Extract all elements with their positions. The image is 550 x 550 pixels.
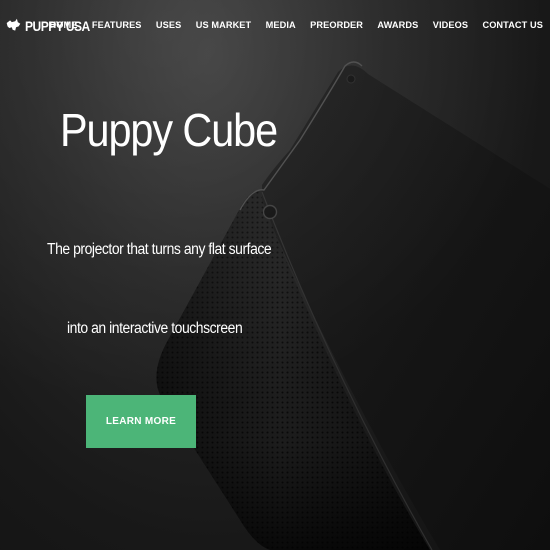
- page: PUPPY USA HOME FEATURES USES US MARKET M…: [0, 0, 550, 550]
- nav-home[interactable]: HOME: [50, 20, 78, 30]
- hero-subtitle-line-1: The projector that turns any flat surfac…: [47, 241, 272, 258]
- nav-awards[interactable]: AWARDS: [377, 20, 418, 30]
- nav-preorder[interactable]: PREORDER: [310, 20, 363, 30]
- product-image: [0, 0, 550, 550]
- nav-contact-us[interactable]: CONTACT US: [482, 20, 543, 30]
- main-menu: HOME FEATURES USES US MARKET MEDIA PREOR…: [50, 20, 543, 30]
- top-navigation: PUPPY USA HOME FEATURES USES US MARKET M…: [0, 0, 550, 52]
- learn-more-button[interactable]: LEARN MORE: [86, 395, 196, 448]
- nav-media[interactable]: MEDIA: [266, 20, 296, 30]
- puppy-silhouette-icon: [6, 18, 21, 31]
- nav-features[interactable]: FEATURES: [92, 20, 142, 30]
- hero-subtitle-line-2: into an interactive touchscreen: [67, 320, 243, 337]
- nav-uses[interactable]: USES: [156, 20, 181, 30]
- nav-videos[interactable]: VIDEOS: [433, 20, 468, 30]
- hero-title: Puppy Cube: [60, 104, 278, 156]
- nav-us-market[interactable]: US MARKET: [196, 20, 252, 30]
